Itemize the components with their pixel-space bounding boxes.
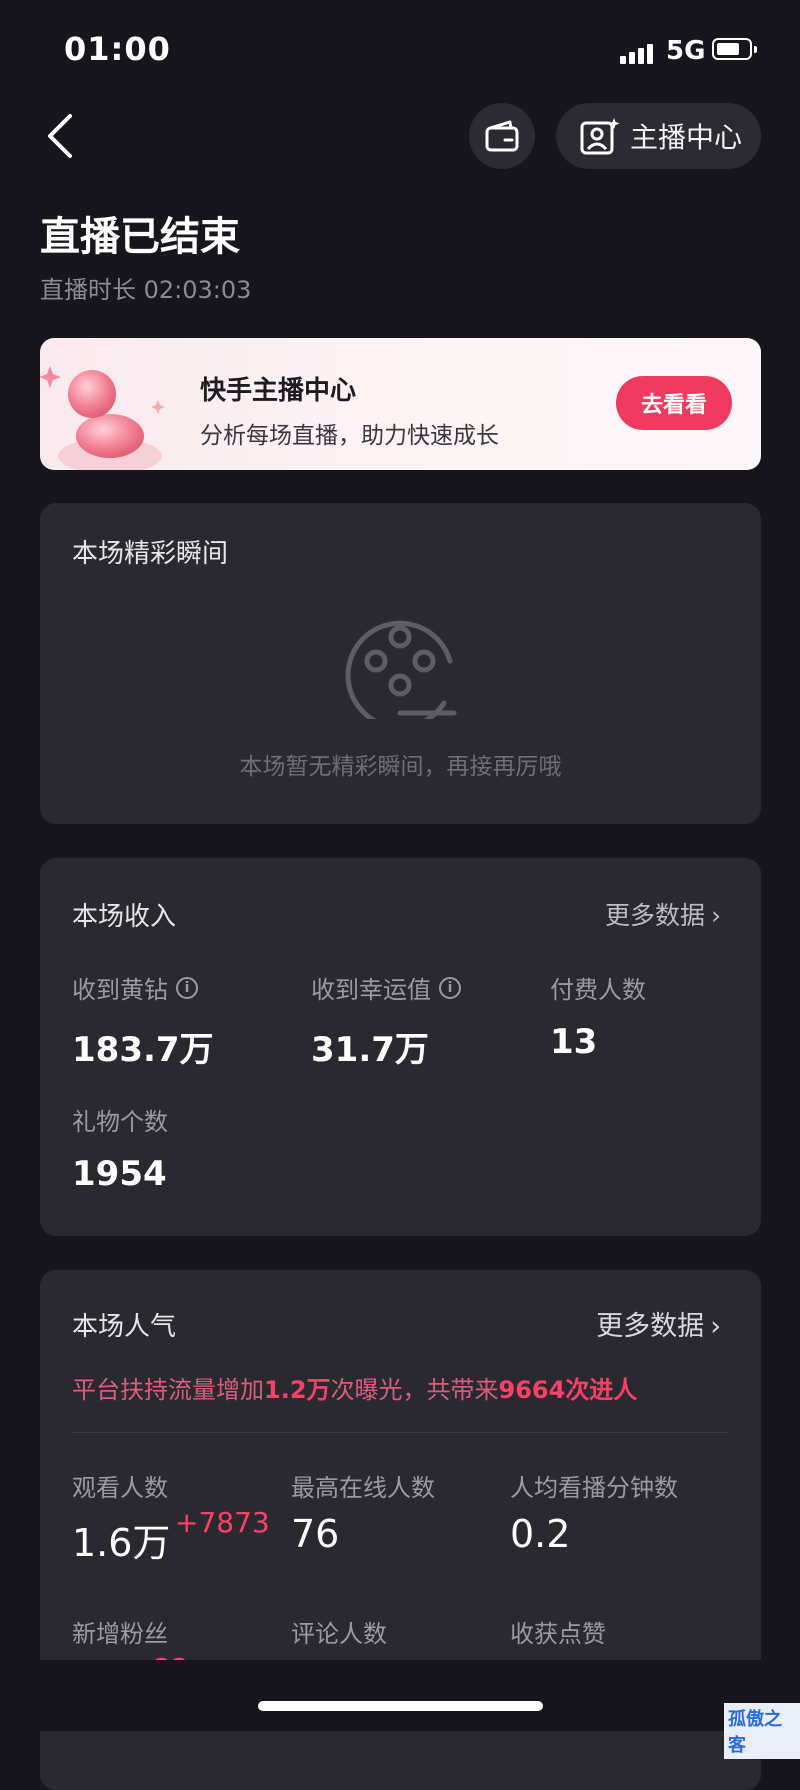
banner-illustration <box>40 366 165 470</box>
page-title: 直播已结束 <box>40 214 240 260</box>
stat-value-paying-users: 13 <box>550 1022 598 1062</box>
banner-subtitle: 分析每场直播，助力快速成长 <box>200 423 499 449</box>
info-icon[interactable]: i <box>439 976 461 999</box>
highlights-empty-text: 本场暂无精彩瞬间，再接再厉哦 <box>239 754 562 780</box>
stat-label-paying-users: 付费人数 <box>550 976 646 1004</box>
stat-value-yellow-diamond: 183.7万 <box>72 1030 214 1070</box>
stat-value-gift-count: 1954 <box>72 1154 167 1194</box>
stat-label-viewers: 观看人数 <box>72 1474 168 1502</box>
stat-label-luck-value: 收到幸运值 i <box>311 970 461 1005</box>
streamer-profile-icon <box>580 118 620 155</box>
stat-delta-viewers: +7873 <box>175 1506 270 1539</box>
income-title: 本场收入 <box>72 902 177 932</box>
chevron-right-icon: › <box>710 1311 721 1342</box>
more-data-label: 更多数据 <box>596 1311 705 1342</box>
stat-value-avg-watch-minutes: 0.2 <box>510 1512 571 1556</box>
stat-label-peak-online: 最高在线人数 <box>291 1474 435 1502</box>
wallet-button[interactable] <box>469 103 535 169</box>
stat-label-yellow-diamond: 收到黄钻 i <box>72 970 198 1005</box>
stat-value-viewers: 1.6万 <box>72 1521 171 1565</box>
stat-label-new-followers: 新增粉丝 <box>72 1620 168 1648</box>
income-card: 本场收入 更多数据 › 收到黄钻 i 183.7万 收到幸运值 i 31.7万 付费人… <box>40 858 761 1236</box>
network-type: 5G <box>666 36 706 66</box>
bottom-safe-area <box>0 1660 800 1731</box>
popularity-title: 本场人气 <box>72 1312 177 1342</box>
income-more-data-link[interactable]: 更多数据 › <box>605 896 721 932</box>
streamer-center-button[interactable]: 主播中心 <box>556 103 761 169</box>
live-duration: 直播时长 02:03:03 <box>40 276 252 304</box>
streamer-center-banner[interactable]: 快手主播中心 分析每场直播，助力快速成长 去看看 <box>40 338 761 470</box>
streamer-center-label: 主播中心 <box>630 121 743 154</box>
status-time: 01:00 <box>64 30 171 68</box>
popularity-more-data-link[interactable]: 更多数据 › <box>596 1304 721 1343</box>
traffic-boost-notice: 平台扶持流量增加1.2万次曝光，共带来9664次进人 <box>72 1376 638 1404</box>
info-icon[interactable]: i <box>176 976 198 999</box>
banner-title: 快手主播中心 <box>200 376 357 406</box>
wallet-icon <box>485 120 519 152</box>
stat-value-peak-online: 76 <box>291 1512 340 1556</box>
film-reel-icon <box>345 620 457 719</box>
chevron-right-icon: › <box>711 901 721 930</box>
chevron-left-icon <box>48 114 72 158</box>
divider <box>72 1432 729 1433</box>
highlights-title: 本场精彩瞬间 <box>72 539 229 569</box>
watermark: 孤傲之客 <box>724 1703 800 1759</box>
more-data-label: 更多数据 <box>604 901 705 930</box>
home-indicator[interactable] <box>258 1701 543 1711</box>
stat-label-avg-watch-minutes: 人均看播分钟数 <box>510 1474 678 1502</box>
stat-label-commenters: 评论人数 <box>291 1620 387 1648</box>
highlights-card: 本场精彩瞬间 本场暂无精彩瞬间，再接再厉哦 <box>40 503 761 824</box>
battery-icon <box>712 38 757 60</box>
go-see-button[interactable]: 去看看 <box>616 376 732 430</box>
back-button[interactable] <box>42 110 82 162</box>
signal-icon <box>620 40 660 64</box>
stat-value-luck-value: 31.7万 <box>311 1030 429 1070</box>
stat-label-gift-count: 礼物个数 <box>72 1108 168 1136</box>
stat-label-likes: 收获点赞 <box>510 1620 606 1648</box>
